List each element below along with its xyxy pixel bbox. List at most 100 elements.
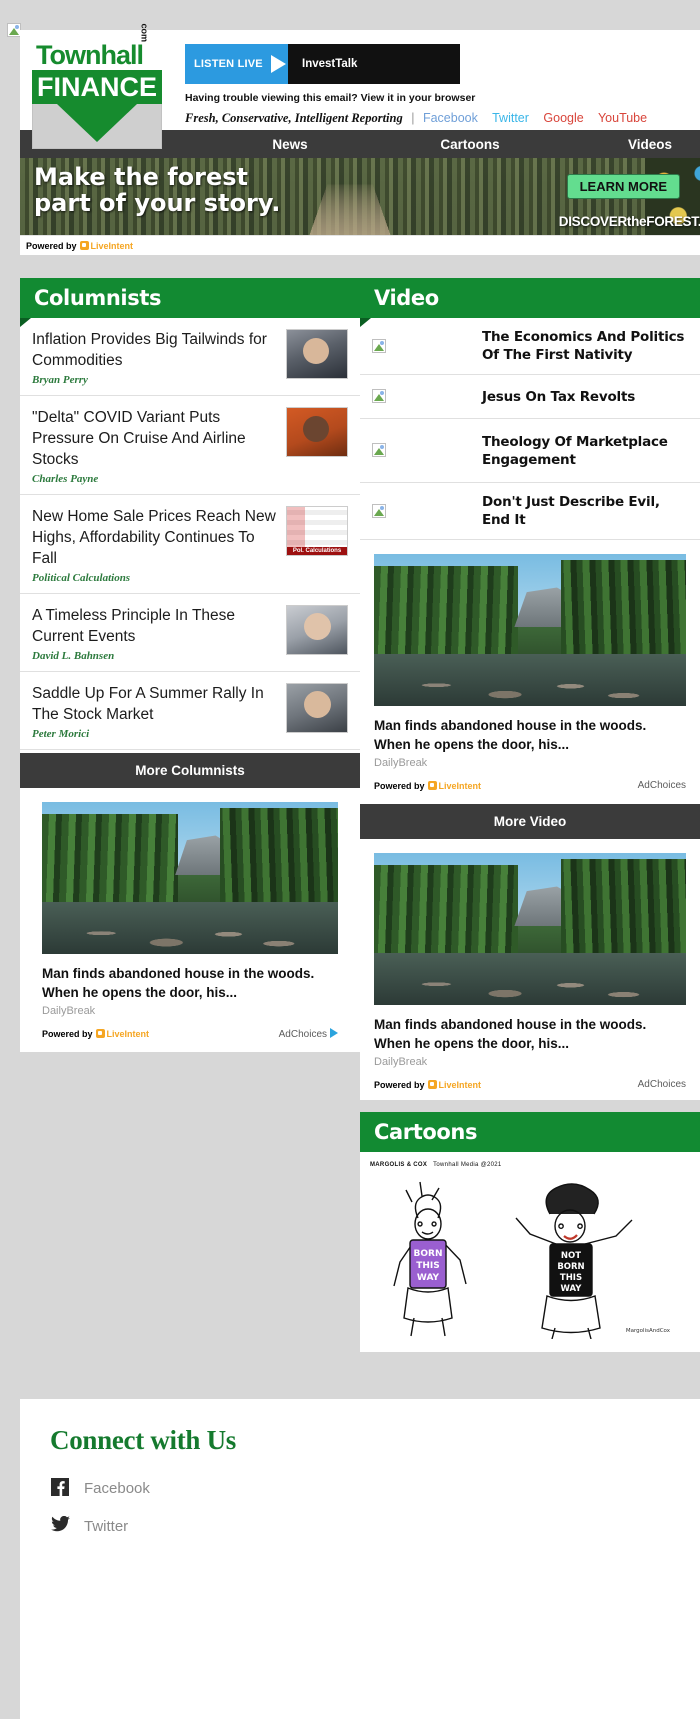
native-ad-footer: Powered by LiveIntent AdChoices <box>374 1079 686 1090</box>
native-ad-left[interactable]: Man finds abandoned house in the woods. … <box>20 788 360 1052</box>
native-ad-right-bottom[interactable]: Man finds abandoned house in the woods. … <box>360 839 700 1100</box>
listen-live-banner[interactable]: LISTEN LIVE InvestTalk <box>185 44 460 84</box>
ad-image-river <box>374 654 686 706</box>
columnist-article-row[interactable]: "Delta" COVID Variant Puts Pressure On C… <box>20 396 360 495</box>
article-thumbnail[interactable] <box>286 605 348 655</box>
banner-advertisement[interactable]: Make the forest part of your story. LEAR… <box>20 158 700 235</box>
tagline-row: Fresh, Conservative, Intelligent Reporti… <box>185 111 658 126</box>
broken-image-icon <box>372 389 386 404</box>
powered-by-label: Powered by <box>374 1079 425 1090</box>
video-row[interactable]: Don't Just Describe Evil, End It <box>360 483 700 540</box>
svg-text:THIS: THIS <box>416 1261 440 1271</box>
video-thumbnail[interactable] <box>372 388 482 406</box>
cartoon-image[interactable]: MARGOLIS & COX Townhall Media @2021 BORN… <box>360 1152 700 1352</box>
video-title[interactable]: The Economics And Politics Of The First … <box>482 328 690 364</box>
thumbnail-caption: Pol. Calculations <box>287 547 347 555</box>
footer-link-facebook[interactable]: Facebook <box>50 1478 700 1498</box>
nav-item-news[interactable]: News <box>200 137 380 152</box>
video-title[interactable]: Theology Of Marketplace Engagement <box>482 433 690 469</box>
broken-image-icon <box>372 503 386 518</box>
columnists-section-title: Columnists <box>34 286 162 310</box>
native-ad-image[interactable] <box>374 554 686 706</box>
cartoons-section-title: Cartoons <box>374 1120 478 1144</box>
twitter-icon <box>50 1515 70 1536</box>
footer-connect: Connect with Us Facebook Twitter <box>20 1399 700 1719</box>
video-row[interactable]: Theology Of Marketplace Engagement <box>360 419 700 483</box>
native-ad-title[interactable]: Man finds abandoned house in the woods. … <box>374 716 686 754</box>
article-thumbnail[interactable]: Pol. Calculations <box>286 506 348 556</box>
footer-link-facebook-label: Facebook <box>84 1479 150 1497</box>
native-ad-right-top[interactable]: Man finds abandoned house in the woods. … <box>360 540 700 801</box>
adchoices-link[interactable]: AdChoices <box>638 1079 686 1090</box>
article-thumbnail[interactable] <box>286 329 348 379</box>
liveintent-mark-icon <box>95 1029 105 1038</box>
banner-learn-more-button[interactable]: LEARN MORE <box>566 174 680 199</box>
site-logo[interactable]: Townhall com FINANCE <box>32 23 162 149</box>
video-thumbnail[interactable] <box>372 502 482 520</box>
listen-live-button[interactable]: LISTEN LIVE <box>185 44 288 84</box>
banner-powered-by-bar: Powered by LiveIntent Ad <box>20 235 700 255</box>
masthead: Townhall com FINANCE LISTEN LIVE InvestT… <box>20 23 700 149</box>
facebook-icon <box>50 1478 70 1498</box>
article-thumbnail[interactable] <box>286 407 348 457</box>
video-thumbnail[interactable] <box>372 337 482 355</box>
article-title[interactable]: Saddle Up For A Summer Rally In The Stoc… <box>32 683 276 725</box>
native-ad-title[interactable]: Man finds abandoned house in the woods. … <box>42 964 338 1002</box>
columnist-article-row[interactable]: A Timeless Principle In These Current Ev… <box>20 594 360 672</box>
nav-item-videos[interactable]: Videos <box>560 137 700 152</box>
svg-text:BORN: BORN <box>557 1262 584 1272</box>
footer-link-twitter[interactable]: Twitter <box>50 1515 700 1536</box>
adchoices-link[interactable]: AdChoices <box>279 1028 338 1040</box>
article-title[interactable]: Inflation Provides Big Tailwinds for Com… <box>32 329 276 371</box>
article-author: David L. Bahnsen <box>32 650 115 662</box>
adchoices-link[interactable]: AdChoices <box>638 780 686 791</box>
columnists-card: Columnists Inflation Provides Big Tailwi… <box>20 278 360 788</box>
tagline-separator: | <box>411 111 415 125</box>
columnist-article-row[interactable]: New Home Sale Prices Reach New Highs, Af… <box>20 495 360 594</box>
liveintent-logo: LiveIntent <box>79 240 133 251</box>
article-title[interactable]: "Delta" COVID Variant Puts Pressure On C… <box>32 407 276 470</box>
banner-headline-line2: part of your story. <box>34 189 281 217</box>
tagline: Fresh, Conservative, Intelligent Reporti… <box>185 111 403 125</box>
cartoon-credit-artist: MARGOLIS & COX <box>370 1162 428 1168</box>
liveintent-text: LiveIntent <box>438 780 482 791</box>
liveintent-logo: LiveIntent <box>95 1029 150 1039</box>
header-link-youtube[interactable]: YouTube <box>598 111 647 125</box>
article-thumbnail[interactable] <box>286 683 348 733</box>
svg-text:BORN: BORN <box>414 1249 443 1259</box>
columnist-article-row[interactable]: Inflation Provides Big Tailwinds for Com… <box>20 318 360 396</box>
ad-image-river <box>42 902 338 954</box>
article-title[interactable]: New Home Sale Prices Reach New Highs, Af… <box>32 506 276 569</box>
header-link-twitter[interactable]: Twitter <box>492 111 529 125</box>
nav-item-cartoons[interactable]: Cartoons <box>380 137 560 152</box>
svg-text:WAY: WAY <box>417 1273 440 1283</box>
view-in-browser-text[interactable]: Having trouble viewing this email? View … <box>185 92 475 104</box>
video-section-title: Video <box>374 286 439 310</box>
cartoon-signature: MargolisAndCox <box>626 1328 671 1334</box>
logo-townhall-text: Townhall <box>36 40 144 70</box>
native-ad-title[interactable]: Man finds abandoned house in the woods. … <box>374 1015 686 1053</box>
video-row[interactable]: The Economics And Politics Of The First … <box>360 318 700 375</box>
footer-title: Connect with Us <box>50 1425 237 1455</box>
article-title[interactable]: A Timeless Principle In These Current Ev… <box>32 605 276 647</box>
video-thumbnail[interactable] <box>372 442 482 460</box>
native-ad-image[interactable] <box>374 853 686 1005</box>
video-title[interactable]: Don't Just Describe Evil, End It <box>482 493 690 529</box>
cartoon-credit: MARGOLIS & COX Townhall Media @2021 <box>370 1162 690 1168</box>
video-title[interactable]: Jesus On Tax Revolts <box>482 388 635 406</box>
more-video-button[interactable]: More Video <box>360 804 700 839</box>
header-link-facebook[interactable]: Facebook <box>423 111 478 125</box>
video-row[interactable]: Jesus On Tax Revolts <box>360 375 700 419</box>
liveintent-text: LiveIntent <box>106 1029 150 1039</box>
liveintent-logo: LiveIntent <box>427 1079 481 1090</box>
column-left: Columnists Inflation Provides Big Tailwi… <box>20 278 360 1052</box>
more-columnists-button[interactable]: More Columnists <box>20 753 360 788</box>
svg-text:NOT: NOT <box>561 1251 581 1261</box>
native-ad-image[interactable] <box>42 802 338 954</box>
native-ad-source: DailyBreak <box>374 757 428 769</box>
liveintent-logo: LiveIntent <box>427 780 482 791</box>
header-link-google[interactable]: Google <box>543 111 583 125</box>
columnist-article-row[interactable]: Saddle Up For A Summer Rally In The Stoc… <box>20 672 360 750</box>
article-author: Charles Payne <box>32 473 99 485</box>
ad-image-trees-left <box>374 865 518 966</box>
